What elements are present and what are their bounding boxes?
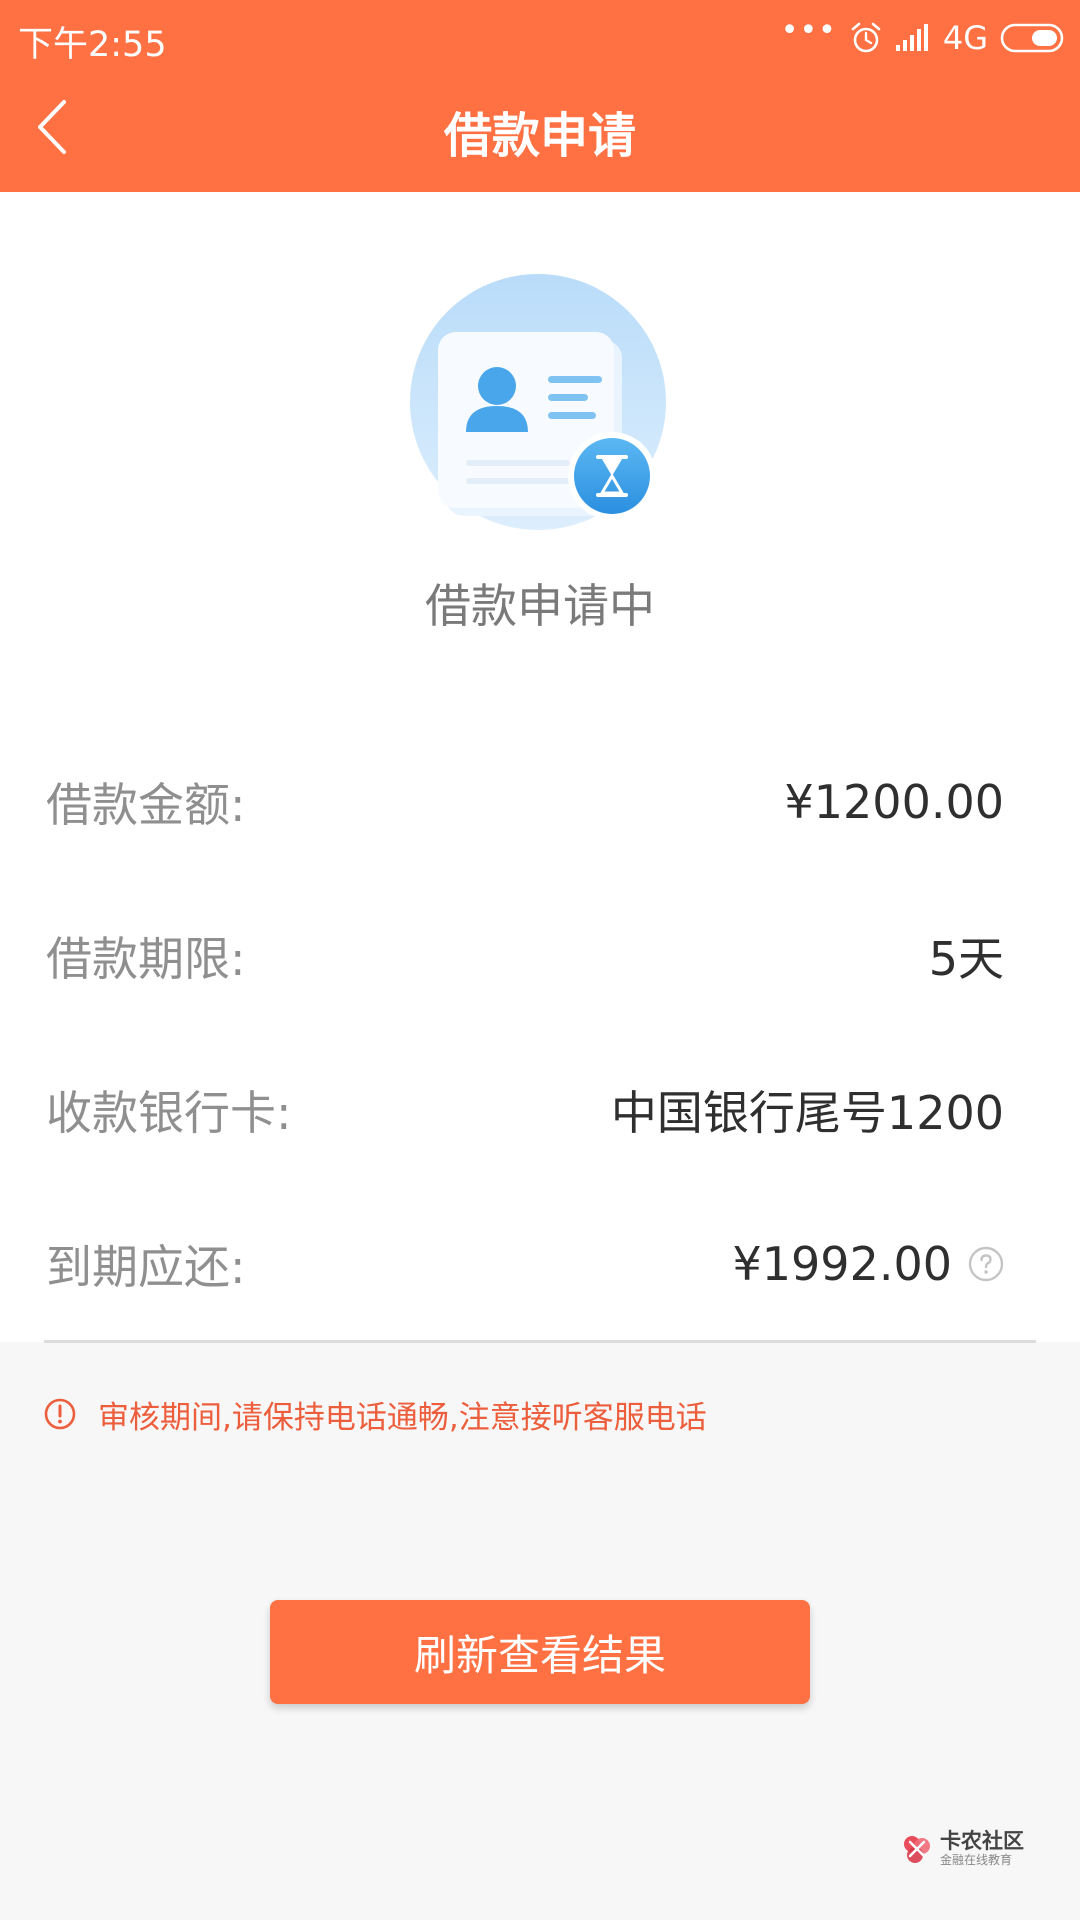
exclamation-circle-icon [44,1398,76,1430]
bank-card-row: 收款银行卡: 中国银行尾号1200 [46,1080,1004,1140]
repayment-label: 到期应还: [46,1240,246,1294]
loan-term-value: 5天 [928,932,1004,986]
loan-amount-label: 借款金额: [46,778,246,832]
status-time: 下午2:55 [18,25,167,65]
signal-icon [895,24,928,51]
repayment-row: 到期应还: ¥1992.00 [46,1234,1004,1294]
id-card-hourglass-icon [410,274,672,536]
status-icons: ••• 4G [781,16,1066,60]
watermark-texts: 卡农社区 金融在线教育 [940,1829,1024,1868]
loan-amount-row: 借款金额: ¥1200.00 [46,772,1004,832]
kanong-logo-icon [904,1835,930,1863]
question-circle-icon[interactable] [968,1246,1004,1282]
bank-card-value: 中国银行尾号1200 [610,1086,1004,1140]
repayment-value: ¥1992.00 [732,1237,953,1291]
repayment-value-group: ¥1992.00 [733,1237,1005,1291]
bank-card-label: 收款银行卡: [46,1086,292,1140]
top-bar: 下午2:55 ••• 4G 借款申请 [0,0,1080,192]
watermark-main: 卡农社区 [940,1829,1024,1853]
watermark-sub: 金融在线教育 [940,1853,1013,1868]
network-type: 4G [942,19,988,57]
page: 下午2:55 ••• 4G 借款申请 借款申请中 借款金额: ¥1200.00 … [0,0,1080,1920]
divider [44,1340,1036,1343]
alarm-clock-icon [851,22,881,53]
loan-term-row: 借款期限: 5天 [46,926,1004,986]
more-dots-icon: ••• [780,13,837,48]
application-status: 借款申请中 [425,579,655,633]
battery-icon [1000,23,1064,53]
application-card: 借款申请中 借款金额: ¥1200.00 借款期限: 5天 收款银行卡: 中国银… [0,192,1080,1342]
notice-text: 审核期间,请保持电话通畅,注意接听客服电话 [98,1399,707,1436]
loan-term-label: 借款期限: [46,932,246,986]
page-title: 借款申请 [443,108,636,164]
loan-amount-value: ¥1200.00 [784,775,1005,829]
watermark: 卡农社区 金融在线教育 [900,1829,1024,1868]
refresh-result-button[interactable]: 刷新查看结果 [270,1600,810,1704]
notice: 审核期间,请保持电话通畅,注意接听客服电话 [44,1394,707,1436]
